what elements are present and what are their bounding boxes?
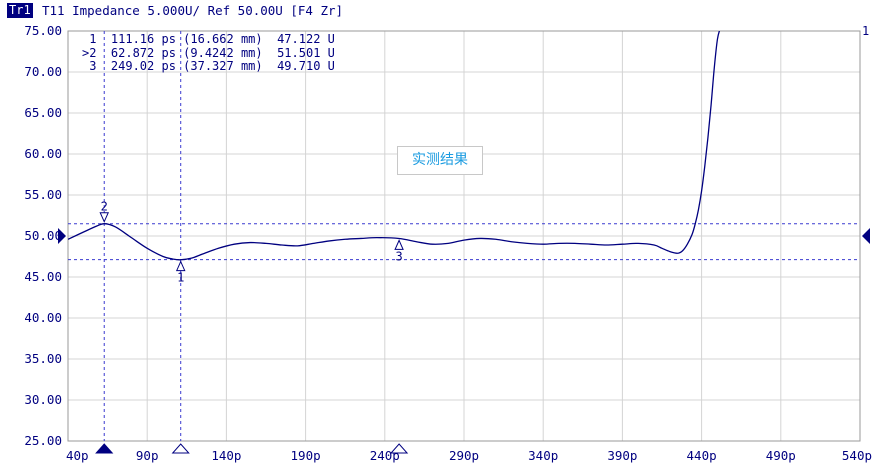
scale-end-label: 1 (862, 24, 869, 38)
y-tick-label: 70.00 (24, 64, 62, 79)
marker-value: 49.710 U (277, 59, 335, 73)
chart-grid (67, 30, 861, 442)
x-tick-label: 90p (136, 448, 159, 463)
y-tick-label: 40.00 (24, 310, 62, 325)
marker-time: 249.02 ps (110, 59, 184, 73)
marker-3-label: 3 (395, 249, 402, 263)
marker-1-axis-indicator[interactable] (171, 443, 190, 454)
marker-3-glyph[interactable] (394, 239, 404, 250)
y-tick-label: 60.00 (24, 146, 62, 161)
trace-badge[interactable]: Tr1 (7, 3, 33, 18)
marker-layer[interactable]: 1 2 3 (95, 200, 409, 454)
x-tick-label: 390p (607, 448, 637, 463)
marker-distance: (9.4242 mm) (183, 45, 278, 60)
marker-2-glyph[interactable] (99, 212, 109, 223)
y-tick-label: 25.00 (24, 433, 62, 448)
marker-time: 111.16 ps (110, 32, 184, 46)
marker-distance: (16.662 mm) (183, 32, 278, 46)
x-tick-label: 490p (766, 448, 796, 463)
y-tick-label: 45.00 (24, 269, 62, 284)
ref-level-right-indicator[interactable] (862, 228, 870, 244)
marker-value: 47.122 U (277, 32, 335, 46)
marker-1-glyph[interactable] (175, 260, 186, 272)
y-tick-label: 35.00 (24, 351, 62, 366)
y-tick-label: 75.00 (24, 23, 62, 38)
marker-id: >2 (82, 45, 111, 60)
x-tick-label: 440p (687, 448, 717, 463)
annotation-label: 实测结果 (397, 146, 483, 175)
y-tick-label: 50.00 (24, 228, 62, 243)
marker-id: 3 (82, 59, 111, 73)
x-tick-label: 140p (211, 448, 241, 463)
marker-id: 1 (82, 32, 111, 46)
x-tick-label: 190p (291, 448, 321, 463)
marker-table-row: >2 62.872 ps (9.4242 mm) 51.501 U (82, 45, 335, 61)
y-tick-label: 55.00 (24, 187, 62, 202)
y-tick-label: 65.00 (24, 105, 62, 120)
ref-level-left-indicator[interactable] (58, 228, 66, 244)
x-tick-label: 540p (842, 448, 872, 463)
marker-table: 1 111.16 ps (16.662 mm) 47.122 U >2 62.87… (82, 32, 335, 74)
x-tick-label: 340p (528, 448, 558, 463)
x-tick-label: 40p (66, 448, 89, 463)
marker-table-row: 1 111.16 ps (16.662 mm) 47.122 U (82, 32, 335, 47)
marker-value: 51.501 U (277, 45, 335, 60)
y-axis-ticks: 75.00 70.00 65.00 60.00 55.00 50.00 45.00 40.00… (24, 23, 62, 448)
marker-1-label: 1 (177, 271, 184, 285)
y-tick-label: 30.00 (24, 392, 62, 407)
marker-time: 62.872 ps (110, 45, 184, 60)
marker-2-axis-indicator[interactable] (95, 443, 114, 454)
marker-2-label: 2 (101, 200, 108, 214)
marker-distance: (37.327 mm) (183, 59, 278, 73)
trace-info: T11 Impedance 5.000U/ Ref 50.00U [F4 Zr] (42, 3, 344, 18)
marker-table-row: 3 249.02 ps (37.327 mm) 49.710 U (82, 59, 335, 74)
x-tick-label: 290p (449, 448, 479, 463)
